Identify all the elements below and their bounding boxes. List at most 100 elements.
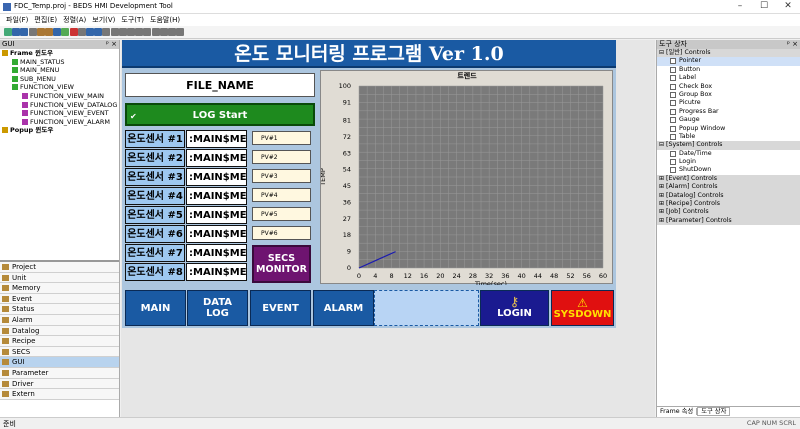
menu-tools[interactable]: 도구(T) [118,14,147,26]
toolbar-button[interactable] [53,28,62,36]
toolbox-item[interactable]: Table [657,133,800,141]
toolbox-group[interactable]: ⊞ [Event] Controls [657,174,800,184]
tree-item[interactable]: MAIN_STATUS [0,58,119,67]
expander-icon[interactable]: ⊞ [659,192,664,200]
log-start-button[interactable]: LOG Start ✔ [125,103,315,126]
toolbox-group[interactable]: ⊟ [일반] Controls [657,49,800,58]
toolbox-item[interactable]: Check Box [657,83,800,91]
toolbar-button[interactable] [94,28,103,36]
menu-file[interactable]: 파일(F) [3,14,31,26]
close-button[interactable]: ✕ [776,0,800,14]
expander-icon[interactable]: ⊟ [659,49,664,57]
toolbar-button[interactable] [4,28,12,36]
toolbar-button[interactable] [69,28,78,36]
nav-item-extern[interactable]: Extern [0,389,119,400]
nav-button-event[interactable]: EVENT [250,290,311,326]
tree-node-icon [22,118,28,125]
nav-folder-icon [2,306,9,313]
nav-button-main[interactable]: MAIN [125,290,186,326]
expander-icon[interactable]: ⊞ [659,183,664,191]
nav-item-driver[interactable]: Driver [0,378,119,390]
toolbar-button[interactable] [77,28,86,36]
nav-item-alarm[interactable]: Alarm [0,314,119,326]
nav-item-secs[interactable]: SECS [0,346,119,358]
tree-item[interactable]: FUNCTION_VIEW [0,83,119,92]
toolbar-button[interactable] [86,28,94,36]
tree-item[interactable]: Popup 윈도우 [0,126,119,135]
toolbox-item[interactable]: Button [657,66,800,74]
toolbox-group[interactable]: ⊟ [System] Controls [657,141,800,150]
toolbar-button[interactable] [28,28,37,36]
nav-item-status[interactable]: Status [0,304,119,315]
toolbox-item[interactable]: Picutre [657,99,800,107]
nav-button-alarm[interactable]: ALARM [313,290,374,326]
tree-item[interactable]: MAIN_MENU [0,66,119,75]
nav-item-unit[interactable]: Unit [0,272,119,284]
panel-pin-icon[interactable]: ᵖ × [106,40,119,49]
nav-item-event[interactable]: Event [0,293,119,305]
secs-monitor-button[interactable]: SECS MONITOR [252,245,311,283]
toolbar-button[interactable] [168,28,176,36]
tree-item[interactable]: FUNCTION_VIEW_MAIN [0,92,119,101]
toolbox-item[interactable]: ShutDown [657,166,800,174]
nav-item-parameter[interactable]: Parameter [0,367,119,379]
nav-item-memory[interactable]: Memory [0,283,119,294]
toolbar-button[interactable] [151,28,160,36]
toolbox-item[interactable]: Gauge [657,116,800,124]
toolbox-group[interactable]: ⊞ [Alarm] Controls [657,183,800,192]
toolbox-item[interactable]: Date/Time [657,150,800,158]
toolbox-group[interactable]: ⊞ [Parameter] Controls [657,216,800,226]
toolbar-button[interactable] [110,28,119,36]
tree-item[interactable]: Frame 윈도우 [0,49,119,58]
menu-align[interactable]: 정렬(A) [60,14,89,26]
toolbar-button[interactable] [118,28,127,36]
panel-pin-icon[interactable]: ᵖ × [787,40,800,49]
expander-icon[interactable]: ⊞ [659,208,664,216]
toolbox-item[interactable]: Group Box [657,91,800,99]
nav-item-project[interactable]: Project [0,262,119,273]
menu-edit[interactable]: 편집(E) [31,14,60,26]
expander-icon[interactable]: ⊞ [659,200,664,208]
menu-help[interactable]: 도움말(H) [147,14,183,26]
nav-button-datalog[interactable]: DATA LOG [187,290,248,326]
toolbar-button[interactable] [176,28,185,36]
tab-frame-properties[interactable]: Frame 속성 [657,408,698,415]
toolbox-item[interactable]: Label [657,74,800,82]
login-button[interactable]: ⚷ LOGIN [480,290,549,326]
pv-value: PV#4 [252,188,311,202]
menu-view[interactable]: 보기(V) [89,14,118,26]
toolbar-button[interactable] [159,28,168,36]
toolbar-button[interactable] [102,28,111,36]
toolbox-title: 도구 상자 [659,40,687,48]
toolbar-button[interactable] [36,28,45,36]
toolbox-group[interactable]: ⊞ [Datalog] Controls [657,191,800,201]
toolbox-item[interactable]: Login [657,158,800,166]
toolbox-group[interactable]: ⊞ [Recipe] Controls [657,200,800,209]
toolbar-button[interactable] [127,28,135,36]
toolbar-button[interactable] [45,28,53,36]
tree-item[interactable]: FUNCTION_VIEW_DATALOG [0,101,119,110]
maximize-button[interactable]: ☐ [752,0,776,14]
sysdown-button[interactable]: ⚠ SYSDOWN [551,290,614,326]
toolbar-button[interactable] [143,28,152,36]
tree-item-label: FUNCTION_VIEW [20,83,74,92]
toolbar-button[interactable] [61,28,70,36]
toolbar-button[interactable] [12,28,21,36]
nav-item-label: Datalog [12,326,40,335]
nav-item-recipe[interactable]: Recipe [0,336,119,347]
nav-item-gui[interactable]: GUI [0,357,119,368]
toolbox-item[interactable]: Pointer [657,57,800,66]
minimize-button[interactable]: – [728,0,752,14]
toolbox-item[interactable]: Progress Bar [657,108,800,116]
expander-icon[interactable]: ⊞ [659,175,664,183]
toolbox-item[interactable]: Popup Window [657,125,800,133]
nav-item-datalog[interactable]: Datalog [0,325,119,337]
expander-icon[interactable]: ⊟ [659,141,664,149]
toolbar-button[interactable] [135,28,144,36]
tab-toolbox[interactable]: 도구 상자 [697,407,731,416]
toolbox-group[interactable]: ⊞ [Job] Controls [657,208,800,217]
tree-item[interactable]: FUNCTION_VIEW_EVENT [0,109,119,118]
tree-item[interactable]: SUB_MENU [0,75,119,84]
expander-icon[interactable]: ⊞ [659,217,664,225]
toolbar-button[interactable] [20,28,29,36]
